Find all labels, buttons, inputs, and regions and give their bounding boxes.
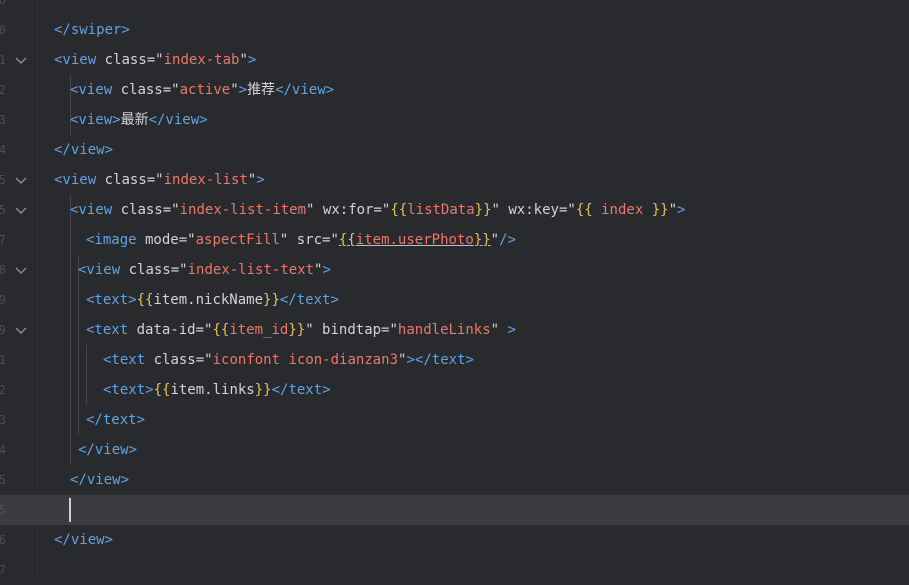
code-line[interactable]: 5 <view class="index-list-item" wx:for="…	[0, 195, 909, 225]
code-text: <image mode="aspectFill" src="{{item.use…	[86, 232, 516, 248]
code-line[interactable]: 5 </view>	[0, 465, 909, 495]
code-text: <text>{{item.links}}</text>	[103, 382, 331, 398]
chevron-down-icon[interactable]	[13, 322, 29, 338]
line-number: 2	[0, 383, 6, 397]
line-number: 5	[0, 473, 6, 487]
code-text: </view>	[54, 142, 114, 158]
text-cursor	[69, 498, 71, 522]
line-number: 5	[0, 503, 6, 517]
code-line[interactable]: 3 </text>	[0, 405, 909, 435]
line-number: 1	[0, 353, 6, 367]
line-number: 1	[0, 53, 6, 67]
code-text: <view>最新</view>	[70, 112, 208, 128]
chevron-down-icon[interactable]	[13, 262, 29, 278]
code-line[interactable]: 9 <text>{{item.nickName}}</text>	[0, 285, 909, 315]
line-number: 3	[0, 413, 6, 427]
code-line[interactable]: 4 </view>	[0, 135, 909, 165]
code-text: </view>	[70, 472, 130, 488]
code-line[interactable]: 7 <image mode="aspectFill" src="{{item.u…	[0, 225, 909, 255]
code-text: <view class="index-list">	[54, 172, 265, 188]
code-text: <view class="index-tab">	[54, 52, 257, 68]
line-number: 6	[0, 533, 6, 547]
code-line[interactable]: 5 <view class="index-list">	[0, 165, 909, 195]
chevron-down-icon[interactable]	[13, 172, 29, 188]
line-number: 2	[0, 83, 6, 97]
line-number: 5	[0, 203, 6, 217]
code-text: </view>	[54, 532, 114, 548]
line-number: 8	[0, 263, 6, 277]
code-text: <view class="index-list-item" wx:for="{{…	[70, 202, 686, 218]
line-number: 4	[0, 143, 6, 157]
line-number: 7	[0, 563, 6, 577]
code-text: <view class="index-list-text">	[78, 262, 331, 278]
code-line[interactable]: 1 <text class="iconfont icon-dianzan3"><…	[0, 345, 909, 375]
code-line[interactable]: 7	[0, 555, 909, 585]
code-line[interactable]: 1 <view class="index-tab">	[0, 45, 909, 75]
line-number: 9	[0, 323, 6, 337]
code-text: <text>{{item.nickName}}</text>	[86, 292, 339, 308]
code-text: <view class="active">推荐</view>	[70, 82, 335, 98]
code-line[interactable]: 8 <view class="index-list-text">	[0, 255, 909, 285]
code-line[interactable]: 3 <view>最新</view>	[0, 105, 909, 135]
line-number: 0	[0, 0, 6, 7]
active-code-line[interactable]: 5	[0, 495, 909, 525]
chevron-down-icon[interactable]	[13, 52, 29, 68]
code-line[interactable]: 4 </view>	[0, 435, 909, 465]
line-number: 5	[0, 173, 6, 187]
line-number: 3	[0, 113, 6, 127]
code-line[interactable]: 2 <text>{{item.links}}</text>	[0, 375, 909, 405]
line-number: 4	[0, 443, 6, 457]
code-editor[interactable]: 0 0 </swiper> 1 <view class="index-tab">…	[0, 0, 909, 583]
code-line[interactable]: 2 <view class="active">推荐</view>	[0, 75, 909, 105]
code-text: </text>	[86, 412, 146, 428]
code-line[interactable]: 9 <text data-id="{{item_id}}" bindtap="h…	[0, 315, 909, 345]
code-text: <text class="iconfont icon-dianzan3"></t…	[103, 352, 474, 368]
code-text: </swiper>	[54, 22, 130, 38]
code-text: <text data-id="{{item_id}}" bindtap="han…	[86, 322, 516, 338]
chevron-down-icon[interactable]	[13, 202, 29, 218]
line-number: 7	[0, 233, 6, 247]
code-line[interactable]: 0	[0, 0, 909, 15]
line-number: 9	[0, 293, 6, 307]
line-number: 0	[0, 23, 6, 37]
code-line[interactable]: 6 </view>	[0, 525, 909, 555]
code-line[interactable]: 0 </swiper>	[0, 15, 909, 45]
code-text: </view>	[78, 442, 138, 458]
